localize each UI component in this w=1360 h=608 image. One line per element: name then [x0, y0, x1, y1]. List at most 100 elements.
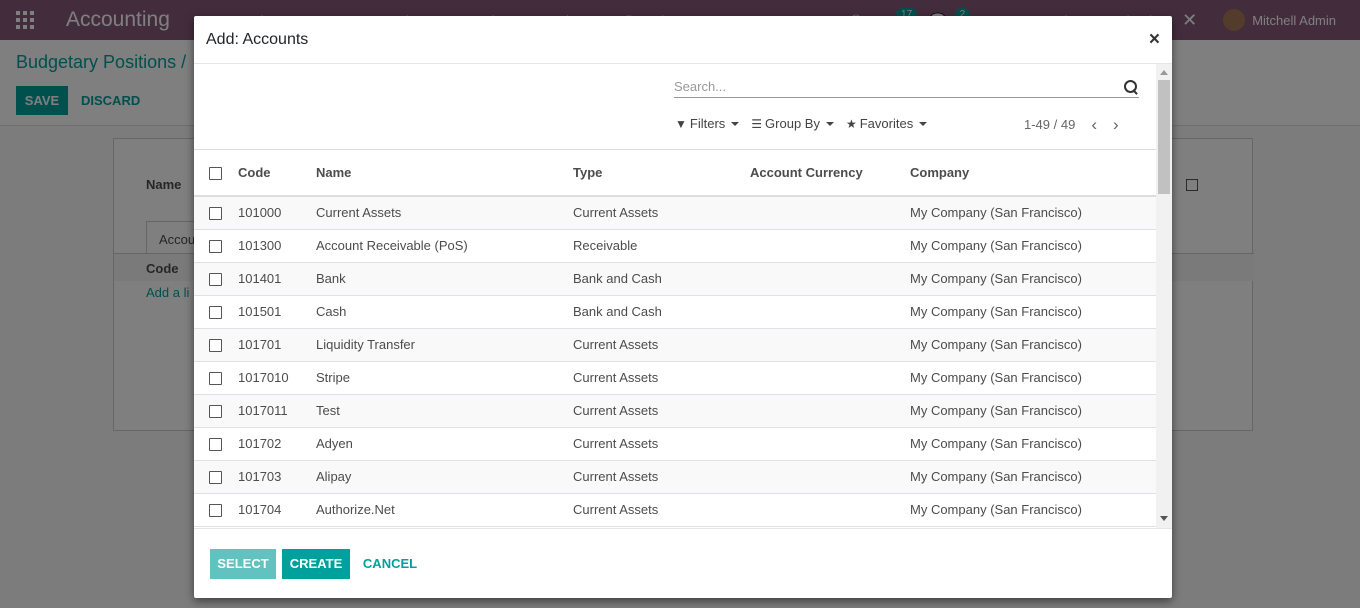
cell-name: Test: [316, 403, 340, 418]
row-checkbox[interactable]: [209, 504, 222, 518]
table-row[interactable]: 101501 Cash Bank and Cash My Company (San F…: [194, 295, 1156, 328]
scroll-up-arrow-icon[interactable]: [1160, 70, 1168, 75]
table-row[interactable]: 101701 Liquidity Transfer Current Assets My…: [194, 328, 1156, 361]
cell-code: 1017010: [238, 370, 289, 385]
cell-currency: [746, 460, 906, 493]
pager: 1-49 / 49 ‹ ›: [1024, 116, 1119, 133]
column-header-account-currency[interactable]: Account Currency: [746, 150, 906, 196]
favorites-caret-icon: [919, 121, 928, 126]
cell-company: My Company (San Francisco): [910, 502, 1082, 517]
scrollbar-thumb[interactable]: [1158, 80, 1170, 194]
cell-name: Liquidity Transfer: [316, 337, 415, 352]
table-row[interactable]: 101702 Adyen Current Assets My Company (San…: [194, 427, 1156, 460]
cell-currency: [746, 361, 906, 394]
row-checkbox[interactable]: [209, 240, 222, 254]
cell-currency: [746, 427, 906, 460]
row-checkbox[interactable]: [209, 372, 222, 386]
column-header-code[interactable]: Code: [234, 150, 312, 196]
filters-dropdown[interactable]: ▼ Filters: [675, 116, 740, 131]
table-row[interactable]: 101401 Bank Bank and Cash My Company (San F…: [194, 262, 1156, 295]
cell-code: 101300: [238, 238, 282, 253]
cell-currency: [746, 229, 906, 262]
column-header-name[interactable]: Name: [312, 150, 569, 196]
cell-company: My Company (San Francisco): [910, 271, 1082, 286]
cell-name: Authorize.Net: [316, 502, 395, 517]
dialog-body: ▼ Filters ☰ Group By ★ Favorites 1-49 / …: [194, 64, 1172, 528]
dialog-scrollbar[interactable]: [1156, 64, 1172, 528]
close-icon[interactable]: ×: [1149, 30, 1160, 49]
scroll-down-arrow-icon[interactable]: [1160, 516, 1168, 521]
search-bar: [674, 76, 1139, 98]
cancel-button[interactable]: CANCEL: [360, 549, 420, 579]
row-checkbox[interactable]: [209, 273, 222, 287]
group-by-dropdown[interactable]: ☰ Group By: [751, 116, 834, 131]
search-icon[interactable]: [1123, 79, 1139, 95]
row-checkbox[interactable]: [209, 306, 222, 320]
cell-company: My Company (San Francisco): [910, 205, 1082, 221]
chevron-left-icon[interactable]: ‹: [1091, 116, 1097, 133]
filters-label: Filters: [689, 116, 726, 131]
accounts-list: Code Name Type Account Currency Company …: [194, 149, 1156, 528]
row-checkbox[interactable]: [209, 405, 222, 419]
cell-currency: [746, 262, 906, 295]
cell-name: Bank: [316, 271, 346, 286]
chevron-right-icon[interactable]: ›: [1113, 116, 1119, 133]
search-options: ▼ Filters ☰ Group By ★ Favorites: [675, 116, 939, 131]
select-button[interactable]: SELECT: [210, 548, 276, 579]
table-row[interactable]: 101703 Alipay Current Assets My Company (Sa…: [194, 460, 1156, 493]
cell-code: 101704: [238, 502, 282, 517]
create-button[interactable]: CREATE: [282, 548, 350, 579]
group-by-label: Group By: [765, 116, 820, 131]
cell-company: My Company (San Francisco): [910, 304, 1082, 319]
table-row[interactable]: 101704 Authorize.Net Current Assets My Comp…: [194, 493, 1156, 526]
row-checkbox[interactable]: [209, 339, 222, 353]
cell-company: My Company (San Francisco): [910, 469, 1082, 484]
search-input[interactable]: [674, 79, 1123, 94]
cell-type: Receivable: [573, 238, 638, 253]
cell-currency: [746, 394, 906, 427]
cell-name: Current Assets: [316, 205, 402, 221]
cell-type: Current Assets: [573, 502, 659, 517]
cell-company: My Company (San Francisco): [910, 337, 1082, 352]
cell-company: My Company (San Francisco): [910, 370, 1082, 385]
bars-icon: ☰: [751, 116, 763, 131]
dialog-title: Add: Accounts: [206, 30, 309, 48]
cell-type: Bank and Cash: [573, 271, 662, 286]
cell-currency: [746, 328, 906, 361]
cell-name: Adyen: [316, 436, 353, 451]
cell-code: 101501: [238, 304, 282, 319]
row-checkbox[interactable]: [209, 207, 222, 221]
cell-code: 1017011: [238, 403, 288, 418]
pager-value[interactable]: 1-49 / 49: [1024, 117, 1075, 132]
cell-name: Cash: [316, 304, 347, 319]
dialog-header: Add: Accounts ×: [194, 16, 1172, 64]
group-by-caret-icon: [825, 121, 834, 126]
cell-company: My Company (San Francisco): [910, 436, 1082, 451]
cell-name: Alipay: [316, 469, 352, 484]
select-all-checkbox[interactable]: [209, 167, 222, 181]
filters-caret-icon: [731, 121, 740, 126]
cell-currency: [746, 295, 906, 328]
favorites-label: Favorites: [859, 116, 914, 131]
cell-code: 101000: [238, 205, 282, 221]
table-row[interactable]: 1017010 Stripe Current Assets My Company (S…: [194, 361, 1156, 394]
cell-type: Current Assets: [573, 436, 659, 451]
dialog-footer: SELECT CREATE CANCEL: [194, 528, 1172, 598]
table-row[interactable]: 101000 Current Assets Current Assets My Com…: [194, 196, 1156, 229]
table-row[interactable]: 101300 Account Receivable (PoS) Receivable…: [194, 229, 1156, 262]
cell-currency: [746, 196, 906, 229]
cell-code: 101702: [238, 436, 282, 451]
column-header-company[interactable]: Company: [906, 150, 1156, 196]
row-checkbox[interactable]: [209, 471, 222, 485]
favorites-dropdown[interactable]: ★ Favorites: [846, 116, 928, 131]
column-header-type[interactable]: Type: [569, 150, 746, 196]
filter-icon: ▼: [675, 116, 687, 131]
cell-currency: [746, 493, 906, 526]
accounts-table: Code Name Type Account Currency Company …: [194, 150, 1156, 527]
cell-type: Bank and Cash: [573, 304, 662, 319]
cell-type: Current Assets: [573, 469, 659, 484]
cell-company: My Company (San Francisco): [910, 238, 1082, 253]
add-accounts-dialog: Add: Accounts × ▼ Filters ☰ Group By ★ F…: [194, 16, 1172, 598]
table-row[interactable]: 1017011 Test Current Assets My Company (San…: [194, 394, 1156, 427]
row-checkbox[interactable]: [209, 438, 222, 452]
